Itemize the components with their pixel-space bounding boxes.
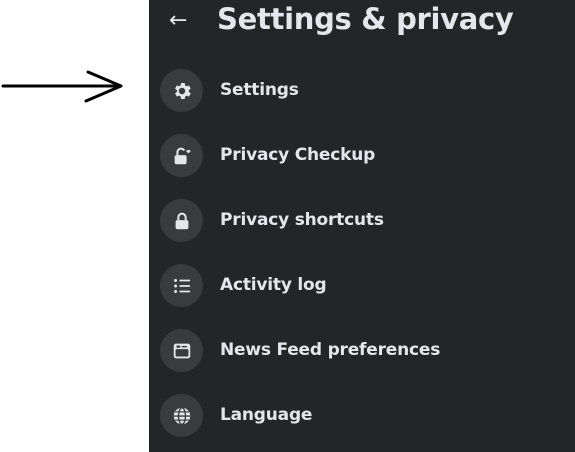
menu-item-privacy-shortcuts[interactable]: Privacy shortcuts bbox=[149, 188, 575, 253]
menu-item-label: Privacy Checkup bbox=[220, 145, 376, 165]
menu-item-label: Language bbox=[220, 405, 313, 425]
menu-item-label: Activity log bbox=[220, 275, 327, 295]
menu-item-news-feed-preferences[interactable]: News Feed preferences bbox=[149, 318, 575, 383]
panel-header: ← Settings & privacy bbox=[149, 0, 575, 50]
page-title: Settings & privacy bbox=[217, 2, 514, 36]
menu-item-settings[interactable]: Settings bbox=[149, 58, 575, 123]
settings-menu: Settings Privacy Checkup Privacy shortcu… bbox=[149, 58, 575, 448]
menu-item-privacy-checkup[interactable]: Privacy Checkup bbox=[149, 123, 575, 188]
menu-item-language[interactable]: Language bbox=[149, 383, 575, 448]
lock-heart-icon bbox=[160, 134, 203, 177]
menu-item-label: News Feed preferences bbox=[220, 340, 441, 360]
news-feed-icon bbox=[160, 329, 203, 372]
menu-item-activity-log[interactable]: Activity log bbox=[149, 253, 575, 318]
gear-icon bbox=[160, 69, 203, 112]
annotation-arrow bbox=[1, 70, 123, 103]
globe-icon bbox=[160, 394, 203, 437]
settings-privacy-panel: ← Settings & privacy Settings Privacy Ch… bbox=[149, 0, 575, 452]
list-icon bbox=[160, 264, 203, 307]
menu-item-label: Settings bbox=[220, 80, 299, 100]
menu-item-label: Privacy shortcuts bbox=[220, 210, 384, 230]
lock-icon bbox=[160, 199, 203, 242]
back-arrow-icon[interactable]: ← bbox=[169, 7, 193, 35]
